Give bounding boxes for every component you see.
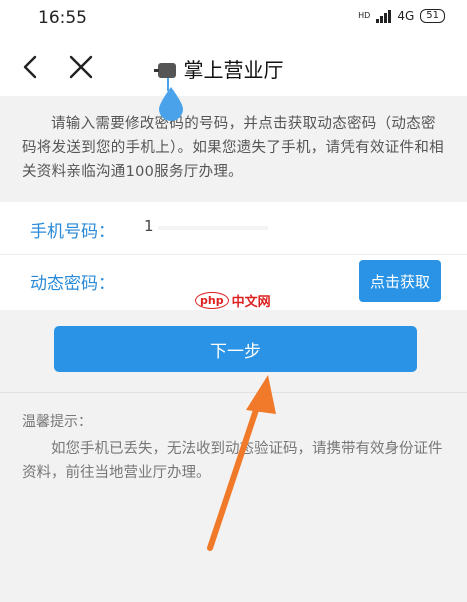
signal-icon bbox=[376, 9, 392, 23]
site-watermark: php 中文网 bbox=[195, 291, 271, 310]
watermark-text: 中文网 bbox=[231, 295, 271, 310]
title-bar: 掌上营业厅 bbox=[0, 38, 467, 96]
hd-label: HD bbox=[358, 11, 371, 20]
status-bar: 16:55 HD 4G 51 bbox=[0, 0, 467, 38]
status-time: 16:55 bbox=[38, 8, 87, 28]
notice-panel: 请输入需要修改密码的号码，并点击获取动态密码（动态密码将发送到您的手机上）。如果… bbox=[0, 96, 467, 198]
next-step-button[interactable]: 下一步 bbox=[54, 326, 417, 372]
bottom-blank-area bbox=[0, 505, 467, 602]
tips-panel: 温馨提示： 如您手机已丢失，无法收到动态验证码，请携带有效身份证件资料，前往当地… bbox=[0, 392, 467, 506]
page-title: 掌上营业厅 bbox=[183, 58, 284, 82]
otp-label: 动态密码： bbox=[30, 274, 115, 294]
phone-row[interactable]: 手机号码： 1 bbox=[0, 202, 467, 255]
tips-body: 如您手机已丢失，无法收到动态验证码，请携带有效身份证件资料，前往当地营业厅办理。 bbox=[22, 441, 443, 481]
battery-icon: 51 bbox=[420, 9, 445, 23]
network-label: 4G bbox=[397, 9, 415, 23]
tips-title: 温馨提示： bbox=[22, 414, 92, 430]
phone-label: 手机号码： bbox=[30, 222, 115, 242]
get-otp-button[interactable]: 点击获取 bbox=[359, 260, 441, 302]
blurred-phone bbox=[158, 226, 268, 230]
phone-input[interactable]: 1 bbox=[144, 217, 154, 235]
text-cursor-icon bbox=[154, 63, 183, 121]
notice-text: 请输入需要修改密码的号码，并点击获取动态密码（动态密码将发送到您的手机上）。如果… bbox=[22, 116, 444, 180]
status-icons: HD 4G 51 bbox=[358, 9, 445, 23]
watermark-logo: php bbox=[195, 292, 229, 309]
